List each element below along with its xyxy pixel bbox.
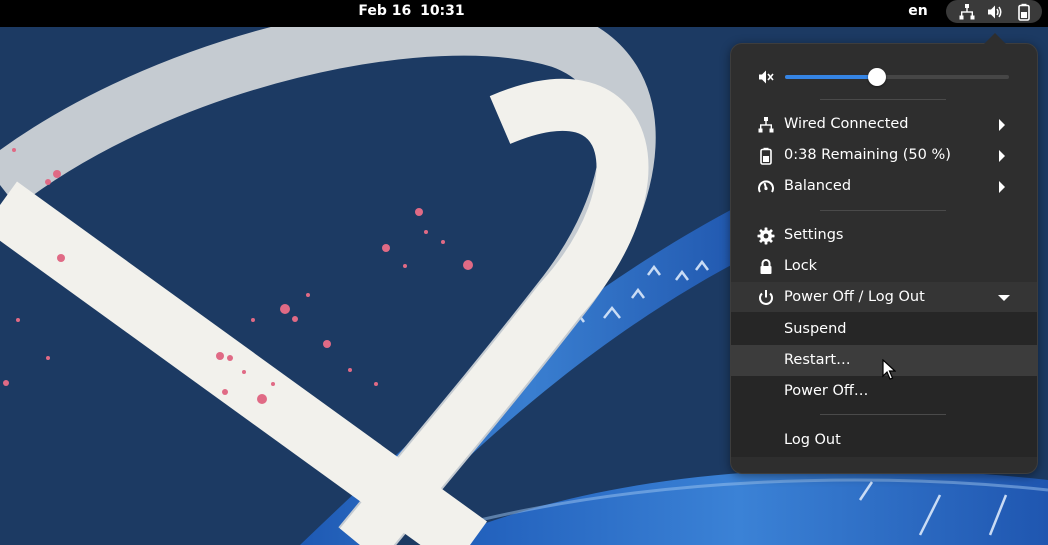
clock-button[interactable]: Feb 16 10:31	[342, 0, 482, 27]
menu-pointer-arrow	[984, 33, 1006, 44]
volume-slider-fill	[785, 75, 877, 79]
power-profile-icon	[758, 180, 774, 193]
power-off-logout-menu-item[interactable]: Power Off / Log Out	[731, 282, 1037, 313]
volume-slider-handle[interactable]	[867, 68, 886, 86]
logout-label: Log Out	[784, 432, 841, 448]
battery-icon	[1018, 3, 1030, 21]
lock-menu-item[interactable]: Lock	[731, 251, 1037, 282]
restart-label: Restart…	[784, 352, 851, 368]
suspend-label: Suspend	[784, 321, 847, 337]
logout-menu-item[interactable]: Log Out	[731, 425, 1037, 456]
separator	[820, 99, 946, 100]
power-submenu: Suspend Restart… Power Off… Log Out	[731, 312, 1037, 457]
separator	[820, 414, 946, 415]
battery-icon	[760, 147, 772, 165]
speaker-muted-icon[interactable]	[757, 68, 775, 86]
power-off-label: Power Off…	[784, 383, 869, 399]
system-status-menu-button[interactable]	[946, 0, 1042, 23]
settings-label: Settings	[784, 227, 844, 243]
network-wired-icon	[959, 4, 975, 20]
network-wired-icon	[758, 117, 774, 133]
gear-icon	[757, 227, 775, 245]
battery-menu-item[interactable]: 0:38 Remaining (50 %)	[731, 140, 1037, 171]
volume-slider[interactable]	[785, 68, 1009, 86]
network-menu-label: Wired Connected	[784, 116, 909, 132]
power-icon	[759, 290, 773, 305]
network-menu-item[interactable]: Wired Connected	[731, 109, 1037, 140]
lock-icon	[760, 259, 772, 274]
chevron-down-icon	[998, 295, 1010, 301]
submenu-arrow-icon	[999, 150, 1005, 162]
submenu-arrow-icon	[999, 119, 1005, 131]
speaker-icon	[988, 5, 1002, 19]
input-language-indicator[interactable]: en	[904, 0, 932, 22]
lock-label: Lock	[784, 258, 818, 274]
power-profile-menu-item[interactable]: Balanced	[731, 171, 1037, 202]
settings-menu-item[interactable]: Settings	[731, 220, 1037, 251]
power-off-logout-label: Power Off / Log Out	[784, 289, 925, 305]
clock-date: Feb 16	[358, 3, 412, 19]
power-profile-label: Balanced	[784, 178, 852, 194]
system-status-menu: Wired Connected 0:38 Remaining (50 %) Ba…	[730, 43, 1038, 474]
suspend-menu-item[interactable]: Suspend	[731, 314, 1037, 345]
top-bar: Feb 16 10:31 en	[0, 0, 1048, 27]
separator	[820, 210, 946, 211]
submenu-arrow-icon	[999, 181, 1005, 193]
mouse-pointer-icon	[882, 359, 896, 380]
clock-time: 10:31	[420, 3, 465, 19]
battery-menu-label: 0:38 Remaining (50 %)	[784, 147, 951, 163]
